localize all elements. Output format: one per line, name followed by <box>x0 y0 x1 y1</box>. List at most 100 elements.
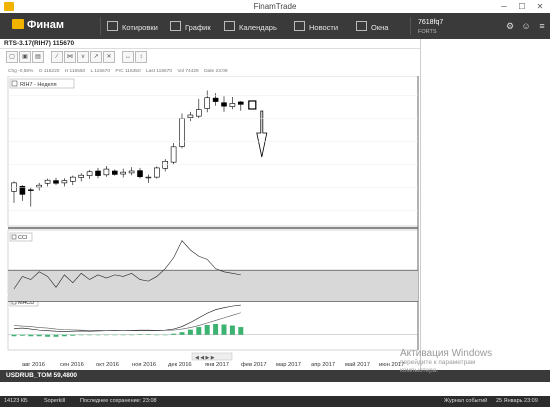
close-icon[interactable]: ✕ <box>531 0 549 13</box>
account-market: FORTS <box>418 29 437 35</box>
user-icon[interactable]: ☺ <box>520 20 532 32</box>
macd-histogram-bar <box>187 329 193 335</box>
candle-body <box>187 114 194 118</box>
vertical-line-icon[interactable]: ↕ <box>135 51 147 63</box>
finam-logo-icon <box>12 19 24 29</box>
macd-histogram-bar <box>171 333 177 335</box>
minimize-icon[interactable]: ─ <box>495 0 513 13</box>
status-datetime: 25 Январь 23:09 <box>496 398 538 404</box>
quote-volume: Vol 74429 <box>177 69 199 74</box>
candle-body <box>11 182 17 192</box>
macd-histogram-bar <box>196 327 202 335</box>
candle-body <box>137 170 143 178</box>
right-panel <box>420 39 550 370</box>
status-server: Soperkill <box>44 398 66 404</box>
ticker-label[interactable]: USDRUB_TOM 59,4800 <box>6 372 77 379</box>
horizontal-line-icon[interactable]: ↔ <box>122 51 134 63</box>
quote-summary: Chg -0,58% O 116220 H 116550 L 115670 Pr… <box>8 69 232 74</box>
x-tick-label: дек 2016 <box>168 362 192 368</box>
menu-quotes-label: Котировки <box>122 23 158 32</box>
menu-calendar-label: Календарь <box>239 23 277 32</box>
status-journal[interactable]: Журнал событий <box>444 398 487 404</box>
quote-open: O 116220 <box>38 69 60 74</box>
macd-histogram-bar <box>28 334 34 337</box>
menu-news-label: Новости <box>309 23 339 32</box>
macd-histogram-bar <box>204 325 210 335</box>
candle-body <box>78 174 84 178</box>
cci-legend[interactable]: CCI <box>9 232 33 242</box>
new-chart-icon[interactable]: ▢ <box>6 51 18 63</box>
account-selector[interactable]: 7618fq7 FORTS <box>418 18 443 37</box>
candle <box>154 166 160 179</box>
menu-quotes[interactable]: Котировки <box>107 21 158 32</box>
ticker-content <box>0 382 550 396</box>
quotes-icon <box>107 21 118 31</box>
x-tick-label: апр 2017 <box>311 362 335 368</box>
instrument-label[interactable]: RTS-3.17(RIH7) 115670 <box>4 40 74 47</box>
macd-histogram-bar <box>112 334 118 336</box>
candle-body <box>221 102 227 107</box>
macd-histogram-bar <box>145 334 151 335</box>
settings-icon[interactable]: ⚙ <box>504 20 516 32</box>
template-icon[interactable]: ▤ <box>32 51 44 63</box>
macd-histogram-bar <box>137 334 143 335</box>
activation-title: Активация Windows <box>400 348 493 359</box>
x-tick-label: янв 2017 <box>205 362 229 368</box>
cci-band <box>8 270 418 302</box>
candle-body <box>170 146 177 163</box>
macd-histogram-bar <box>78 334 84 336</box>
candle-body <box>179 118 185 147</box>
menu-news[interactable]: Новости <box>294 21 338 32</box>
status-saved: Последнее сохранение: 23:08 <box>80 398 157 404</box>
price-legend-swatch <box>11 80 18 87</box>
navigator-buttons-icon: ◀ ◀ ▶ ▶ <box>195 355 215 361</box>
menu-chart[interactable]: График <box>170 21 211 32</box>
fib-tool-icon[interactable]: ⋈ <box>64 51 76 63</box>
candle-body <box>36 184 43 188</box>
candle-body <box>95 170 101 176</box>
maximize-icon[interactable]: ☐ <box>513 0 531 13</box>
status-bar: 14123 КБ Soperkill Последнее сохранение:… <box>0 396 550 407</box>
top-navigation: Финам Котировки График Календарь Новости… <box>0 13 550 39</box>
x-tick-label: окт 2016 <box>96 362 119 368</box>
logo-text: Финам <box>27 19 65 31</box>
window-title: FinamTrade <box>253 2 297 11</box>
price-legend-label: RIH7 - Неделя <box>20 82 57 88</box>
macd-histogram-bar <box>213 324 219 335</box>
activation-line1: перейдите к параметрам <box>400 359 476 366</box>
macd-histogram-bar <box>221 324 227 335</box>
quote-date: Date 23:09 <box>204 69 228 74</box>
price-legend[interactable]: RIH7 - Неделя <box>9 78 75 89</box>
candle-body <box>44 179 51 184</box>
candle-body <box>145 176 152 179</box>
macd-histogram-bar <box>229 325 235 335</box>
x-tick-label: фев 2017 <box>241 362 267 368</box>
macd-histogram-bar <box>154 334 160 336</box>
arrow-marker-box <box>248 100 257 110</box>
candle-body <box>103 168 110 176</box>
quote-prev-close: PrC 116350 <box>115 69 141 74</box>
cci-legend-label: CCI <box>18 235 28 241</box>
quote-low: L 115670 <box>90 69 111 74</box>
copy-icon[interactable]: ▣ <box>19 51 31 63</box>
trash-icon[interactable]: ✕ <box>103 51 115 63</box>
candle-body <box>229 103 236 107</box>
time-navigator[interactable]: ◀ ◀ ▶ ▶ <box>191 352 233 361</box>
x-tick-label: авг 2016 <box>22 362 45 368</box>
candle-body <box>120 171 126 175</box>
macd-histogram-bar <box>11 334 17 337</box>
macd-histogram-bar <box>238 327 244 335</box>
ray-tool-icon[interactable]: ↗ <box>90 51 102 63</box>
menu-windows[interactable]: Окна <box>356 21 388 32</box>
macd-histogram-bar <box>120 334 126 336</box>
v-tool-icon[interactable]: v <box>77 51 89 63</box>
finam-logo[interactable]: Финам <box>12 19 64 33</box>
nav-divider <box>410 17 411 35</box>
menu-icon[interactable]: ≡ <box>536 20 548 32</box>
chart-area[interactable]: RIH7 - Неделя CCI MACD 118,0 тыс.112,0 т… <box>0 76 420 370</box>
candle-body <box>53 180 59 184</box>
line-tool-icon[interactable]: ⁄ <box>51 51 63 63</box>
menu-calendar[interactable]: Календарь <box>224 21 277 32</box>
x-tick-label: май 2017 <box>345 361 370 368</box>
macd-histogram-bar <box>45 334 51 337</box>
